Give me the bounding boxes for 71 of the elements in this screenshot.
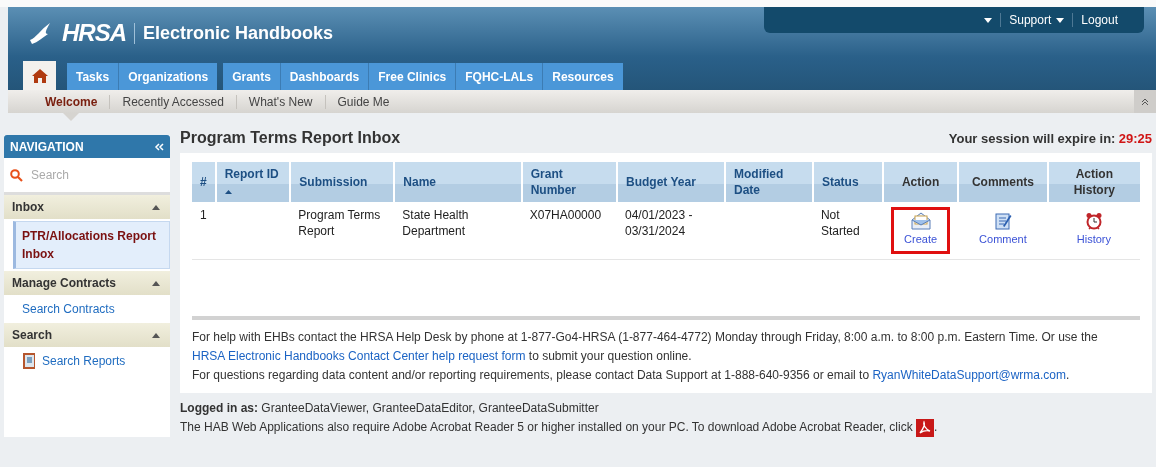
action-link[interactable]: Comment [966,207,1040,254]
collapse-icon[interactable] [154,142,164,151]
table-cell: Not Started [820,208,860,238]
caret-icon [152,204,160,210]
help-link[interactable]: RyanWhiteDataSupport@wrma.com [872,368,1066,382]
search-field[interactable]: Search [29,167,153,183]
section-header[interactable]: Inbox [4,195,170,219]
help-text: For help with EHBs contact the HRSA Help Desk by phone at 1-877-Go4-HRSA (1-877-464-4772) Monday through Friday, 8:00 a.m. to 8:00 p.m. Eastern Time. Or use the HRSA Electronic Handbooks Contact Center help request form to submit your question online. [192,329,1099,365]
column-header[interactable]: Grant Number [521,162,617,202]
table-cell: 1 [200,208,207,222]
caret-icon [152,280,160,286]
column-header[interactable]: Budget Year [617,162,725,202]
home-tab[interactable] [23,61,56,90]
nav-tab[interactable]: Free Clinics [368,63,456,90]
table-cell: State Health Department [402,208,469,238]
column-header[interactable]: Modified Date [725,162,813,202]
pointer-icon [63,112,80,121]
pdf-icon[interactable] [916,418,934,437]
logout-link[interactable]: Logout [1072,13,1126,27]
table-cell: X07HA00000 [529,208,602,222]
nav-tab[interactable]: Grants [223,63,280,90]
caret-icon [1056,17,1065,23]
column-header[interactable]: # [192,162,216,202]
column-header[interactable]: Status [812,162,884,202]
section-header[interactable]: Manage Contracts [4,271,170,295]
navigation-title: NAVIGATION [10,139,84,154]
column-header[interactable]: Action [883,162,959,202]
subnav-link[interactable]: Recently Accessed [109,94,236,109]
column-header[interactable]: Comments [958,162,1048,202]
nav-tab[interactable]: FQHC-LALs [455,63,543,90]
reader-note: The HAB Web Applications also require Adobe Acrobat Reader 5 or higher installed on your PC. To download Adobe Acrobat Reader, click [180,420,913,434]
help-text: For questions regarding data content and/or reporting requirements, please contact Data Support at 1-888-640-9356 or email to RyanWhiteDataSupport@wrma.com. [192,367,1071,384]
alarm-clock-icon [1084,212,1103,230]
period-text: . [934,420,938,434]
column-header[interactable]: Submission [290,162,395,202]
column-header[interactable]: Name [394,162,522,202]
caret-icon [152,332,160,338]
table-cell: Program Terms Report [298,208,381,238]
search-icon [10,168,23,182]
sidebar-item[interactable]: PTR/Allocations Report Inbox [13,221,170,269]
action-link[interactable]: Create [891,207,951,254]
sort-ascending-icon [224,190,232,194]
logo-text: HRSA [62,19,126,47]
home-icon [31,68,48,83]
column-header[interactable]: Report ID [215,162,291,202]
menu-dropdown[interactable]: Support [1000,13,1073,27]
report-book-icon [22,353,36,369]
notepad-icon [993,212,1012,230]
collapse-button[interactable] [1134,90,1156,113]
sidebar-item[interactable]: Search Contracts [4,295,170,323]
app-title: Electronic Handbooks [134,22,334,44]
nav-tab[interactable]: Resources [542,63,623,90]
nav-tab[interactable]: Tasks [67,63,119,90]
sidebar-item[interactable]: Search Reports [4,347,170,375]
caret-icon [984,17,993,23]
session-timer: 29:25 [1118,131,1152,146]
double-chevron-up-icon [1141,97,1149,106]
help-link[interactable]: HRSA Electronic Handbooks Contact Center help request form [192,349,526,363]
page-title: Program Terms Report Inbox [180,129,401,147]
action-link[interactable]: History [1063,207,1124,254]
subnav-link[interactable]: Guide Me [324,94,402,109]
column-header[interactable]: Action History [1047,162,1140,202]
nav-tab[interactable]: Organizations [118,63,218,90]
table-cell: 04/01/2023 - 03/31/2024 [625,208,693,238]
logged-in-text: Logged in as: GranteeDataViewer, GranteeDataEditor, GranteeDataSubmitter [180,400,600,417]
envelope-icon [910,212,931,230]
section-header[interactable]: Search [4,323,170,347]
subnav-link[interactable]: Welcome [33,94,110,109]
subnav-link[interactable]: What's New [235,94,325,109]
session-label: Your session will expire in: [948,131,1116,146]
nav-tab[interactable]: Dashboards [279,63,369,90]
